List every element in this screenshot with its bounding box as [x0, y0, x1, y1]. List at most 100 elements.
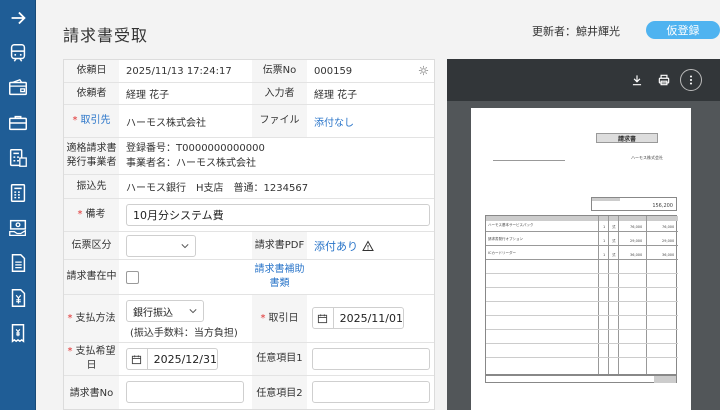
- pdf-item-price: 36,000: [630, 253, 643, 257]
- train-icon: [10, 44, 26, 62]
- pdf-total-box: 156,200: [591, 197, 677, 211]
- required-mark: *: [72, 115, 78, 126]
- sidebar-item-invoice[interactable]: [0, 280, 36, 316]
- pdf-toolbar: [447, 59, 720, 101]
- print-icon: [658, 74, 670, 86]
- sidebar-item-business[interactable]: [0, 105, 36, 141]
- chevron-down-icon: [181, 244, 189, 249]
- pdf-item-price: 76,000: [630, 225, 643, 229]
- slip-no-value: 000159: [314, 65, 353, 77]
- pdf-item-unit: 式: [612, 225, 616, 229]
- chevron-down-icon: [189, 309, 197, 314]
- entered-by-value: 経理 花子: [314, 90, 358, 101]
- issuer-label-line1: 適格請求書: [66, 143, 117, 154]
- pdf-item-name: ハーモス基本サービスパック: [488, 223, 534, 227]
- file-label: ファイル: [252, 105, 307, 137]
- sidebar-item-documents[interactable]: [0, 245, 36, 281]
- file-value-link[interactable]: 添付なし: [314, 105, 354, 137]
- payment-method-value: 銀行振込: [133, 307, 173, 319]
- calendar-icon[interactable]: [313, 308, 334, 328]
- bank-value: ハーモス銀行 H支店 普通：1234567: [126, 183, 309, 194]
- desired-pay-date-input[interactable]: 2025/12/31: [126, 348, 218, 370]
- vendor-label-cell: * 取引先: [64, 105, 119, 137]
- more-vert-icon: [689, 75, 693, 85]
- more-options-button[interactable]: [680, 69, 702, 91]
- transaction-date-input[interactable]: 2025/11/01: [312, 307, 404, 329]
- row-desired-pay: * 支払希望 日 2025/12/31 任意項目1: [64, 343, 434, 376]
- note-input[interactable]: 10月分システム費: [126, 204, 430, 226]
- cash-hand-icon: [9, 219, 27, 236]
- transaction-date-label: 取引日: [268, 312, 299, 324]
- status-badge: 仮登録: [646, 21, 720, 39]
- row-payment: * 支払方法 銀行振込 (振込手数料：当方負担) * 取引日 2025/11/01: [64, 295, 434, 343]
- payment-fee-note: (振込手数料：当方負担): [130, 327, 238, 339]
- invoice-pdf-label: 請求書PDF: [252, 232, 307, 259]
- slip-type-select[interactable]: [126, 235, 196, 257]
- bank-label: 振込先: [64, 175, 119, 198]
- requester-label: 依頼者: [64, 83, 119, 104]
- vendor-label[interactable]: 取引先: [81, 114, 111, 128]
- row-note: * 備考 10月分システム費: [64, 199, 434, 232]
- calendar-icon[interactable]: [127, 349, 148, 369]
- request-date-value: 2025/11/13 17:24:17: [126, 65, 232, 77]
- sidebar-item-accounting[interactable]: [0, 140, 36, 176]
- pdf-viewer: 請求書 ハーモス株式会社 156,200 ハーモス基本サービスパック 1 式 7…: [447, 59, 720, 410]
- optional-2-input[interactable]: [312, 381, 430, 403]
- payment-method-select[interactable]: 銀行振込: [126, 300, 204, 322]
- invoice-in-checkbox[interactable]: [126, 271, 139, 284]
- download-button[interactable]: [626, 69, 648, 91]
- row-request-date: 依頼日 2025/11/13 17:24:17 伝票No 000159: [64, 60, 434, 83]
- pdf-page: 請求書 ハーモス株式会社 156,200 ハーモス基本サービスパック 1 式 7…: [471, 108, 691, 410]
- download-icon: [632, 75, 642, 86]
- transaction-date-value: 2025/11/01: [339, 311, 403, 325]
- required-mark: *: [77, 209, 83, 220]
- required-mark: *: [67, 346, 73, 357]
- payment-method-label: 支払方法: [75, 312, 116, 324]
- pdf-items-table: ハーモス基本サービスパック 1 式 76,000 76,000 請求書発行オプシ…: [485, 215, 678, 375]
- required-mark: *: [260, 312, 266, 324]
- pdf-item-price: 29,000: [630, 239, 643, 243]
- invoice-no-input[interactable]: [126, 381, 244, 403]
- row-invoice-no: 請求書No 任意項目2: [64, 376, 434, 409]
- pdf-item-qty: 1: [603, 253, 606, 257]
- calculator-list-icon: [9, 149, 27, 167]
- issuer-label: 適格請求書 発行事業者: [64, 138, 119, 174]
- warning-icon: [362, 239, 374, 251]
- entered-by-label: 入力者: [252, 83, 307, 104]
- row-slip-type: 伝票区分 請求書PDF 添付あり: [64, 232, 434, 260]
- document-icon: [11, 254, 26, 272]
- pdf-item-amount: 36,000: [662, 253, 675, 257]
- sidebar-item-receipt[interactable]: [0, 315, 36, 351]
- arrow-right-icon: [11, 11, 26, 25]
- invoice-pdf-link[interactable]: 添付あり: [314, 238, 358, 254]
- page-title: 請求書受取: [63, 26, 149, 45]
- optional-1-input[interactable]: [312, 348, 430, 370]
- transaction-date-label-cell: * 取引日: [252, 295, 307, 342]
- invoice-aux-link[interactable]: 請求書補助 書類: [252, 260, 307, 294]
- invoice-form: 依頼日 2025/11/13 17:24:17 伝票No 000159 依頼者 …: [63, 59, 435, 410]
- pdf-item-amount: 76,000: [662, 225, 675, 229]
- row-requester: 依頼者 経理 花子 入力者 経理 花子: [64, 83, 434, 105]
- wallet-icon: [9, 78, 27, 96]
- optional-2-label: 任意項目2: [252, 376, 307, 409]
- required-mark: *: [67, 312, 73, 324]
- sidebar-item-transport[interactable]: [0, 35, 36, 71]
- sidebar-item-expense[interactable]: [0, 70, 36, 106]
- receipt-icon: [11, 324, 25, 343]
- optional-1-label: 任意項目1: [252, 343, 307, 375]
- pdf-doc-company: ハーモス株式会社: [631, 155, 663, 160]
- pdf-item-name: 請求書発行オプション: [488, 237, 523, 241]
- pdf-doc-total: 156,200: [652, 203, 673, 209]
- sidebar-toggle-button[interactable]: [0, 0, 36, 36]
- payment-method-label-cell: * 支払方法: [64, 295, 119, 342]
- invoice-pdf-value: 添付あり: [314, 232, 374, 259]
- sidebar-item-calculation[interactable]: [0, 175, 36, 211]
- pdf-item-amount: 29,000: [662, 239, 675, 243]
- print-button[interactable]: [653, 69, 675, 91]
- sidebar-item-payment[interactable]: [0, 210, 36, 246]
- pdf-doc-title: 請求書: [596, 133, 658, 143]
- invoice-no-label: 請求書No: [64, 376, 119, 409]
- note-label-cell: * 備考: [64, 199, 119, 231]
- issuer-value: 登録番号：T0000000000000 事業者名：ハーモス株式会社: [126, 138, 265, 174]
- pdf-item-name: ICカードリーダー: [488, 251, 516, 255]
